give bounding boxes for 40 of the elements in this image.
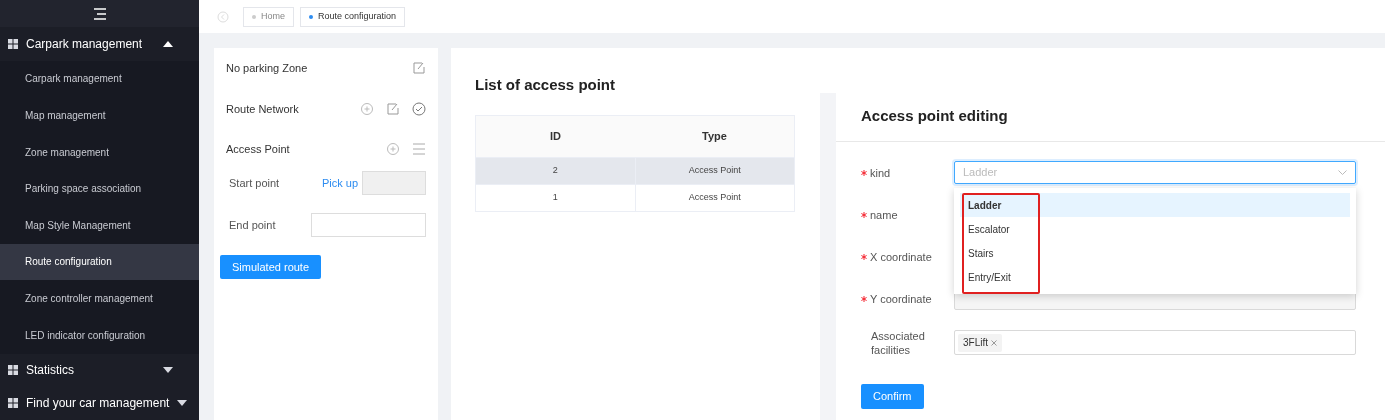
dropdown-option[interactable]: Entry/Exit	[960, 265, 1350, 289]
menu-group[interactable]: Statistics	[0, 353, 199, 387]
table-row[interactable]: 2 Access Point	[476, 156, 794, 184]
dropdown-option[interactable]: Escalator	[960, 217, 1350, 241]
tags-field[interactable]: 3FLift	[954, 330, 1356, 355]
dropdown-option[interactable]: Stairs	[960, 241, 1350, 265]
tab[interactable]: Route configuration	[300, 6, 406, 27]
section-label: No parking Zone	[226, 60, 309, 76]
table-cell: Access Point	[634, 184, 794, 211]
dropdown-option[interactable]: Ladder	[960, 193, 1350, 217]
table-row[interactable]: 1 Access Point	[476, 183, 794, 211]
menu-item[interactable]: Route configuration	[0, 243, 199, 281]
section-label: Access Point	[226, 141, 291, 157]
panel-title: Access point editing	[861, 107, 1009, 125]
table-cell: Access Point	[634, 157, 794, 184]
column-header: Type	[701, 128, 728, 144]
menu-item[interactable]: LED indicator configuration	[0, 316, 199, 354]
menu-item[interactable]: Zone management	[0, 133, 199, 171]
tag: 3FLift	[958, 333, 1002, 352]
field-label: X coordinate	[870, 249, 933, 264]
field-label: Start point	[229, 175, 281, 191]
field-label: End point	[229, 217, 277, 233]
menu-item[interactable]: Parking space association	[0, 170, 199, 208]
field-label: name	[870, 207, 899, 222]
menu-item[interactable]: Map management	[0, 97, 199, 134]
section-title: List of access point	[475, 75, 617, 95]
section-label: Route Network	[226, 101, 300, 117]
menu-group[interactable]: Carpark management	[0, 27, 199, 61]
menu-item[interactable]: Carpark management	[0, 60, 199, 98]
column-header: ID	[549, 128, 562, 144]
menu-group[interactable]: Find your car management	[0, 386, 199, 420]
tab[interactable]: Home	[243, 6, 294, 27]
table-cell-text: 1	[551, 190, 559, 204]
pick-up-link[interactable]: Pick up	[321, 174, 358, 192]
field-label: Y coordinate	[870, 291, 933, 306]
field-label: kind	[870, 165, 892, 180]
menu-item[interactable]: Zone controller management	[0, 280, 199, 317]
table-cell-text: 2	[551, 163, 559, 177]
field-label: Associated facilities	[871, 328, 926, 357]
menu-item[interactable]: Map Style Management	[0, 207, 199, 244]
